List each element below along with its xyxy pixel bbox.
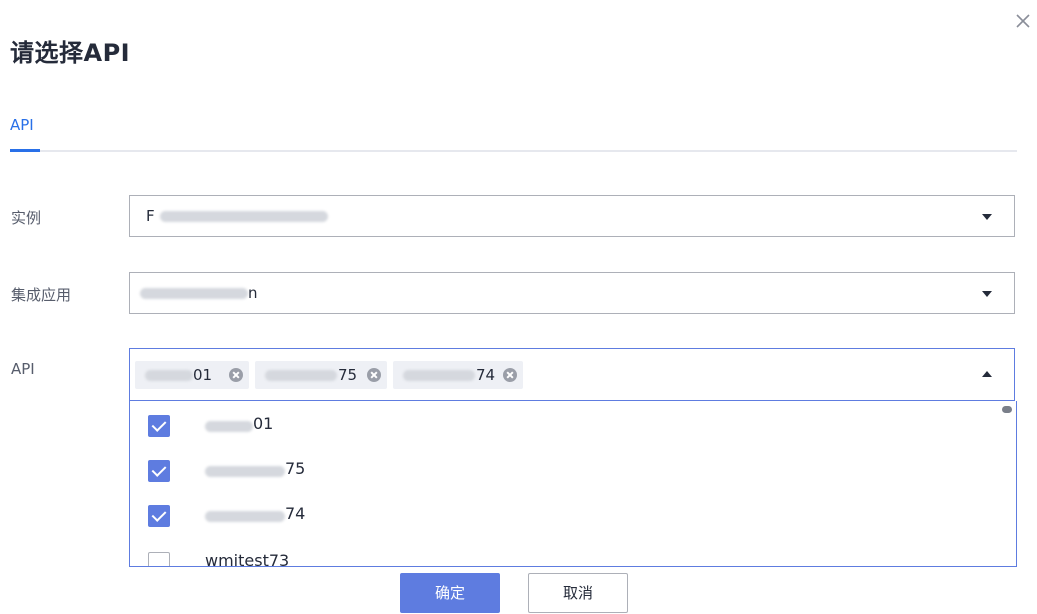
checkbox-checked-icon[interactable] bbox=[148, 505, 170, 527]
dropdown-option[interactable]: 01 bbox=[130, 406, 1000, 446]
api-tag: 01 bbox=[135, 361, 249, 389]
remove-tag-icon[interactable] bbox=[503, 368, 517, 382]
tag-text-redacted bbox=[145, 370, 193, 381]
tag-text: 74 bbox=[476, 366, 496, 384]
tag-text: 75 bbox=[338, 366, 358, 384]
checkbox-unchecked-icon[interactable] bbox=[148, 552, 170, 566]
checkbox-checked-icon[interactable] bbox=[148, 460, 170, 482]
tag-text-redacted bbox=[403, 370, 475, 381]
dropdown-scrollbar[interactable] bbox=[1002, 406, 1012, 413]
option-text: 74 bbox=[285, 504, 306, 523]
dropdown-option[interactable]: 75 bbox=[130, 451, 1000, 491]
checkbox-checked-icon[interactable] bbox=[148, 415, 170, 437]
instance-value-prefix: F bbox=[146, 207, 155, 225]
remove-tag-icon[interactable] bbox=[367, 368, 381, 382]
dialog-title: 请选择API bbox=[10, 39, 131, 67]
option-text-redacted bbox=[205, 466, 285, 477]
chevron-down-icon bbox=[982, 291, 992, 297]
dropdown-option[interactable]: wmjtest73 bbox=[130, 543, 1000, 567]
api-multiselect[interactable]: 01 75 74 bbox=[129, 348, 1015, 401]
integration-app-select[interactable]: n bbox=[129, 272, 1015, 314]
tab-bar: API bbox=[10, 112, 1017, 152]
option-text: 01 bbox=[253, 414, 274, 433]
api-tag: 74 bbox=[393, 361, 523, 389]
instance-label: 实例 bbox=[11, 209, 42, 227]
instance-value-redacted bbox=[160, 211, 328, 222]
option-text-redacted bbox=[205, 511, 285, 522]
dropdown-option[interactable]: 74 bbox=[130, 496, 1000, 536]
chevron-down-icon bbox=[982, 214, 992, 220]
api-label: API bbox=[11, 360, 35, 378]
option-text-redacted bbox=[205, 421, 253, 432]
close-icon[interactable] bbox=[1012, 10, 1034, 32]
option-text: 75 bbox=[285, 459, 306, 478]
integration-app-label: 集成应用 bbox=[11, 286, 72, 304]
integration-app-value-suffix: n bbox=[248, 284, 258, 302]
instance-select[interactable]: F bbox=[129, 195, 1015, 237]
tab-active-indicator bbox=[10, 149, 40, 152]
integration-app-value-redacted bbox=[140, 288, 248, 299]
tab-api[interactable]: API bbox=[10, 116, 34, 134]
option-text: wmjtest73 bbox=[205, 551, 290, 567]
remove-tag-icon[interactable] bbox=[229, 368, 243, 382]
api-dropdown-list: 01 75 74 wmjtest73 bbox=[129, 401, 1017, 567]
confirm-button[interactable]: 确定 bbox=[400, 573, 500, 613]
tag-text: 01 bbox=[193, 366, 213, 384]
tag-text-redacted bbox=[265, 370, 337, 381]
cancel-button[interactable]: 取消 bbox=[528, 573, 628, 613]
chevron-up-icon bbox=[982, 371, 992, 377]
api-tag: 75 bbox=[255, 361, 387, 389]
